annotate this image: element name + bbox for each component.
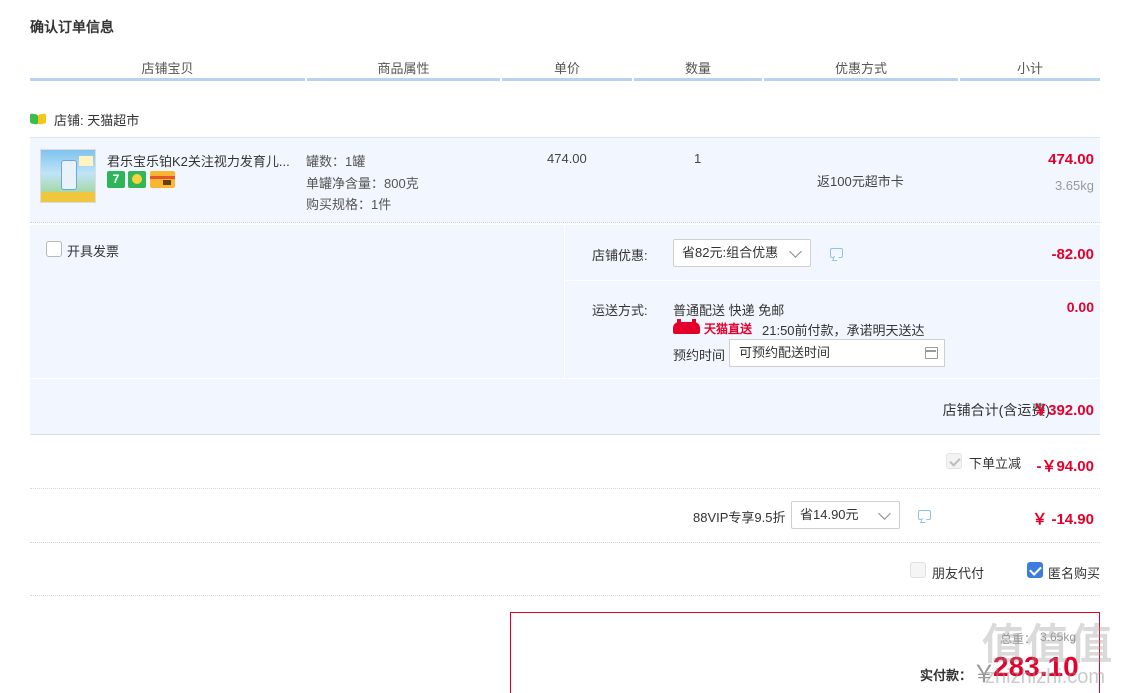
anonymous-purchase-label: 匿名购买 <box>1048 566 1101 581</box>
page-title: 确认订单信息 <box>30 19 114 35</box>
invoice-label: 开具发票 <box>67 244 120 259</box>
item-weight: 3.65kg <box>1054 178 1094 193</box>
order-detail-panel <box>30 225 1100 435</box>
calendar-icon[interactable] <box>925 347 938 359</box>
divider <box>30 378 1100 379</box>
anonymous-purchase-checkbox[interactable] <box>1027 562 1043 578</box>
vip-discount-amount: ￥ -14.90 <box>1032 511 1094 528</box>
quantity: 1 <box>694 151 702 166</box>
shop-discount-value: 省82元:组合优惠 <box>682 245 779 260</box>
shop-row: 店铺: 天猫超市 <box>30 110 139 128</box>
separator <box>30 595 1100 596</box>
shop-name[interactable]: 店铺: 天猫超市 <box>54 110 139 129</box>
separator <box>30 488 1100 489</box>
seven-day-return-icon[interactable]: 7 <box>107 171 125 188</box>
instant-discount-label: 下单立减 <box>969 456 1022 471</box>
column-header-quantity: 数量 <box>634 61 762 81</box>
watermark-site: zhizhizhi.com <box>985 666 1106 688</box>
shipping-amount: 0.00 <box>1066 299 1094 315</box>
appointment-time-value: 可预约配送时间 <box>739 345 831 360</box>
unit-price: 474.00 <box>547 151 587 166</box>
watermark-logo: 值值值 <box>982 621 1115 668</box>
message-icon[interactable] <box>830 248 843 258</box>
vip-discount-label: 88VIP专享9.5折 <box>693 510 786 525</box>
attr-can-count: 罐数：1罐 <box>306 154 366 169</box>
item-panel <box>30 137 1100 223</box>
tmall-direct-logo: 天猫直送 <box>673 319 753 336</box>
column-header-promotion: 优惠方式 <box>764 61 958 81</box>
appointment-label: 预约时间 <box>673 348 726 363</box>
chevron-down-icon <box>878 507 891 520</box>
genuine-guarantee-icon[interactable] <box>128 171 146 188</box>
shipping-label: 运送方式: <box>592 303 648 318</box>
column-header-subtotal: 小计 <box>960 61 1100 81</box>
appointment-time-input[interactable]: 可预约配送时间 <box>729 339 945 367</box>
invoice-checkbox[interactable] <box>46 241 62 257</box>
tmall-direct-text: 天猫直送 <box>704 321 753 336</box>
vip-discount-select[interactable]: 省14.90元 <box>791 501 900 529</box>
promotion-text: 返100元超市卡 <box>817 174 904 189</box>
divider <box>564 225 565 378</box>
shop-discount-select[interactable]: 省82元:组合优惠 <box>673 239 811 267</box>
tmall-supermarket-icon <box>30 113 46 125</box>
item-subtotal: 474.00 <box>1048 151 1094 168</box>
column-header-price: 单价 <box>502 61 632 81</box>
separator <box>30 542 1100 543</box>
shop-total-amount: ￥392.00 <box>1033 402 1094 419</box>
delivery-promise: 21:50前付款，承诺明天送达 <box>762 323 925 338</box>
attr-purchase-spec: 购买规格：1件 <box>306 197 392 212</box>
vip-discount-value: 省14.90元 <box>800 507 859 522</box>
chevron-down-icon <box>789 245 802 258</box>
shop-discount-amount: -82.00 <box>1051 246 1094 263</box>
tmall-cat-icon <box>673 319 700 334</box>
attr-net-weight: 单罐净含量：800克 <box>306 176 419 191</box>
friend-pay-label: 朋友代付 <box>932 566 985 581</box>
friend-pay-checkbox[interactable] <box>910 562 926 578</box>
divider <box>564 280 1100 281</box>
shop-discount-label: 店铺优惠: <box>592 248 648 263</box>
instant-discount-amount: -￥94.00 <box>1036 458 1094 475</box>
product-title-link[interactable]: 君乐宝乐铂K2关注视力发育儿... <box>107 151 292 170</box>
instant-discount-checkbox[interactable] <box>946 453 962 469</box>
column-header-attributes: 商品属性 <box>307 61 500 81</box>
column-header-shop-item: 店铺宝贝 <box>30 61 305 81</box>
actual-payment-label: 实付款： <box>920 668 973 683</box>
credit-card-icon[interactable] <box>150 171 175 188</box>
shipping-method: 普通配送 快递 免邮 <box>673 303 785 318</box>
product-thumbnail[interactable] <box>40 149 96 203</box>
message-icon[interactable] <box>918 510 931 520</box>
